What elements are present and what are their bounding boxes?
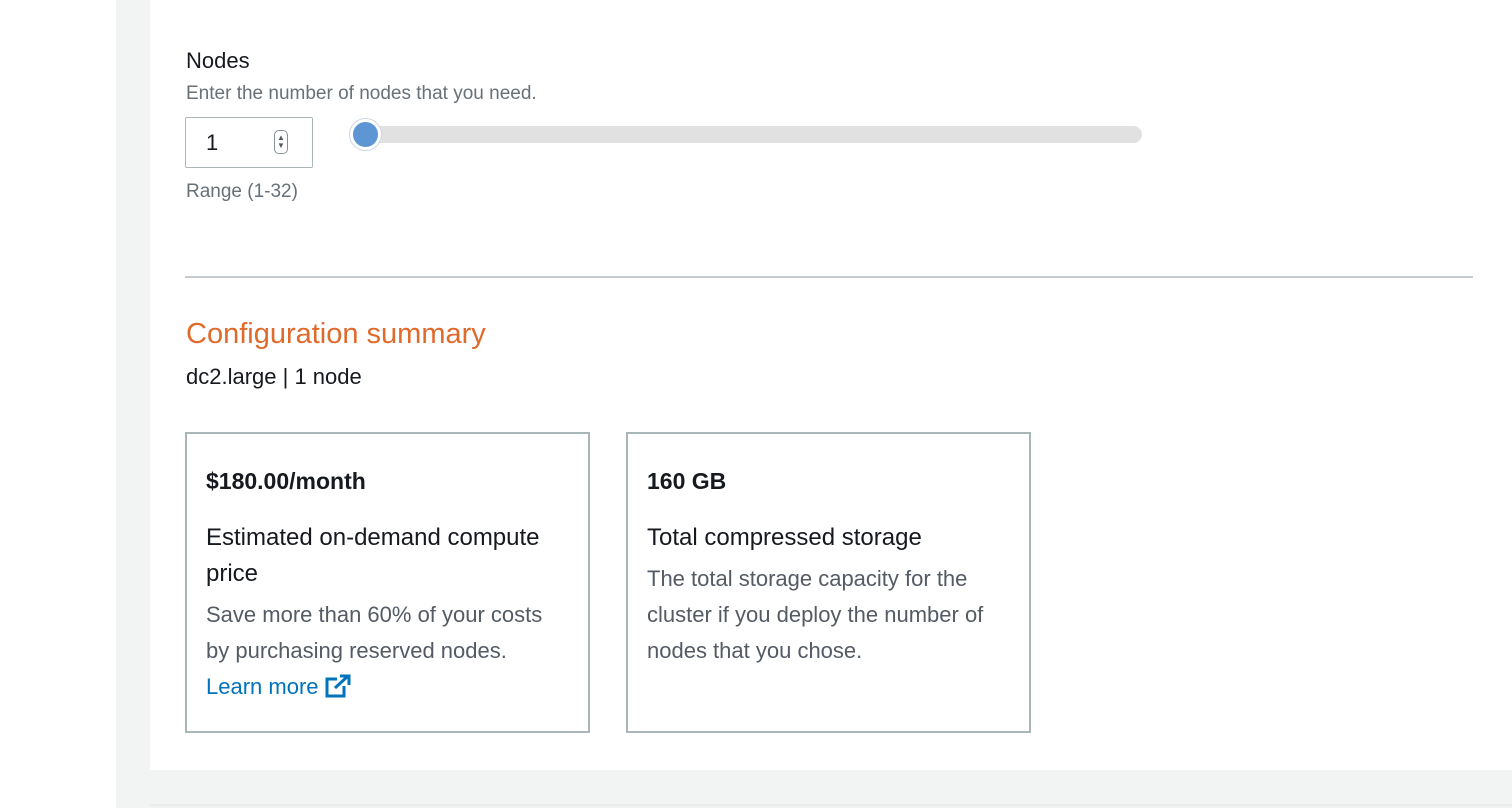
price-value: $180.00/month: [206, 468, 366, 494]
external-link-icon[interactable]: [325, 674, 351, 698]
stepper-arrows-icon[interactable]: ▲ ▼: [274, 130, 288, 154]
summary-title: Configuration summary: [186, 318, 486, 350]
storage-heading: Total compressed storage: [647, 524, 922, 551]
learn-more-link[interactable]: Learn more: [206, 674, 351, 699]
storage-value: 160 GB: [647, 468, 727, 494]
nodes-input[interactable]: [206, 129, 276, 157]
nodes-stepper[interactable]: ▲ ▼: [185, 117, 313, 168]
nodes-slider-handle[interactable]: [350, 119, 381, 150]
bottom-divider: [150, 804, 1512, 806]
price-heading: Estimated on-demand compute price: [206, 524, 540, 587]
nodes-label: Nodes: [186, 48, 250, 73]
storage-card: 160 GB Total compressed storage The tota…: [626, 432, 1031, 733]
learn-more-label[interactable]: Learn more: [206, 674, 319, 699]
price-description: Save more than 60% of your costs by purc…: [206, 597, 546, 705]
nodes-slider-track[interactable]: [358, 126, 1142, 143]
nodes-description: Enter the number of nodes that you need.: [186, 83, 537, 104]
storage-description: The total storage capacity for the clust…: [647, 566, 984, 663]
chevron-down-icon[interactable]: ▼: [277, 142, 285, 150]
summary-subtitle: dc2.large | 1 node: [186, 364, 362, 389]
section-divider: [185, 276, 1473, 278]
range-hint: Range (1-32): [186, 181, 298, 202]
price-card: $180.00/month Estimated on-demand comput…: [185, 432, 590, 733]
price-body-text: Save more than 60% of your costs by purc…: [206, 602, 543, 663]
